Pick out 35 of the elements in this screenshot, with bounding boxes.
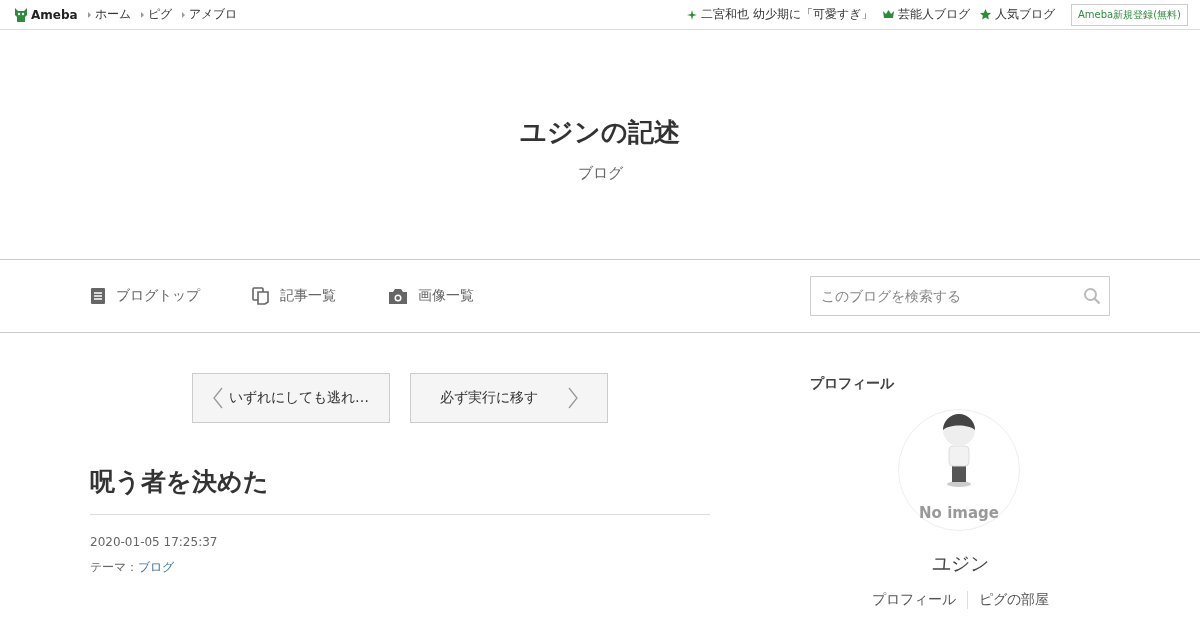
search-icon[interactable] [1083, 287, 1101, 305]
top-link[interactable]: ピグ [147, 6, 172, 23]
sidebar-heading: プロフィール [810, 375, 895, 393]
sparkle-icon [687, 9, 698, 20]
profile-name[interactable]: ユジン [931, 551, 989, 577]
top-link[interactable]: 二宮和也 幼少期に「可愛すぎ」 [701, 6, 873, 23]
top-link[interactable]: 芸能人ブログ [898, 6, 970, 23]
article-date: 2020-01-05 17:25:37 [90, 535, 219, 549]
chevron-left-icon [213, 387, 223, 409]
nav-link[interactable]: 画像一覧 [418, 287, 474, 305]
logo-icon [14, 6, 28, 23]
profile-link[interactable]: プロフィール [860, 591, 967, 609]
crown-icon [883, 10, 894, 19]
blog-title[interactable]: ユジンの記述 [520, 114, 680, 150]
search-field[interactable]: このブログを検索する [810, 276, 1110, 316]
top-link[interactable]: 人気ブログ [995, 6, 1055, 23]
blog-subtitle: ブログ [577, 163, 623, 183]
no-image-label: No image [918, 504, 1000, 522]
logo-text[interactable]: Ameba [31, 7, 78, 22]
next-article-button[interactable]: 必ず実行に移す [410, 373, 608, 423]
nav-link[interactable]: 記事一覧 [280, 287, 336, 305]
theme-link[interactable]: ブログ [138, 559, 174, 576]
top-link[interactable]: アメブロ [188, 6, 237, 23]
camera-icon [388, 287, 408, 305]
register-button[interactable]: Ameba新規登録(無料) [1071, 3, 1188, 26]
theme-label: テーマ： [90, 559, 138, 576]
top-link[interactable]: ホーム [94, 6, 131, 23]
chevron-right-icon [568, 387, 578, 409]
nav-link[interactable]: ブログトップ [116, 287, 200, 305]
previous-article-button[interactable]: いずれにしても逃れ… [192, 373, 390, 423]
copy-icon [252, 287, 270, 305]
article-title: 呪う者を決めた [90, 465, 710, 515]
star-icon [980, 9, 991, 20]
document-icon [90, 287, 106, 305]
profile-link[interactable]: ピグの部屋 [966, 591, 1060, 609]
